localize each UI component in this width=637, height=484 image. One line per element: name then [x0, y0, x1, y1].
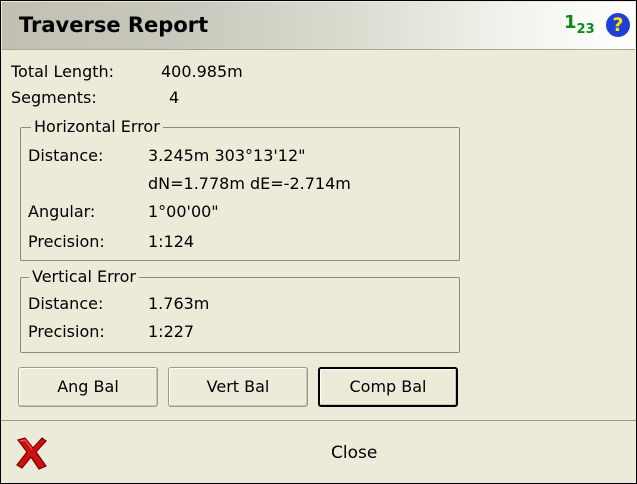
h-distance-label: Distance: [28, 146, 104, 165]
v-distance-value: 1.763m [148, 294, 210, 313]
h-precision-value: 1:124 [148, 232, 195, 251]
total-length-label: Total Length: [11, 62, 115, 81]
vertical-error-legend: Vertical Error [29, 268, 139, 286]
h-distance-value: 3.245m 303°13'12" [148, 146, 306, 165]
traverse-report-dialog: Traverse Report 123 ? Total Length: 400.… [0, 0, 637, 484]
h-angular-label: Angular: [28, 202, 96, 221]
red-x-icon[interactable] [13, 435, 49, 471]
segments-label: Segments: [11, 88, 97, 107]
horizontal-error-legend: Horizontal Error [31, 118, 163, 136]
vert-bal-button[interactable]: Vert Bal [168, 367, 308, 407]
total-length-value: 400.985m [161, 62, 243, 81]
bottom-bar[interactable]: Close [1, 420, 636, 484]
h-angular-value: 1°00'00" [148, 202, 219, 221]
segments-value: 4 [169, 88, 180, 107]
h-precision-label: Precision: [28, 232, 105, 251]
v-precision-value: 1:227 [148, 322, 195, 341]
title-bar: Traverse Report 123 ? [2, 2, 635, 50]
v-precision-label: Precision: [28, 322, 105, 341]
ang-bal-button[interactable]: Ang Bal [18, 367, 158, 407]
v-distance-label: Distance: [28, 294, 104, 313]
h-dn-de-value: dN=1.778m dE=-2.714m [148, 174, 351, 193]
numeric-input-icon[interactable]: 123 [564, 13, 595, 38]
help-icon[interactable]: ? [606, 13, 630, 37]
dialog-title: Traverse Report [19, 13, 209, 37]
comp-bal-button[interactable]: Comp Bal [318, 367, 458, 407]
close-label[interactable]: Close [331, 442, 377, 464]
